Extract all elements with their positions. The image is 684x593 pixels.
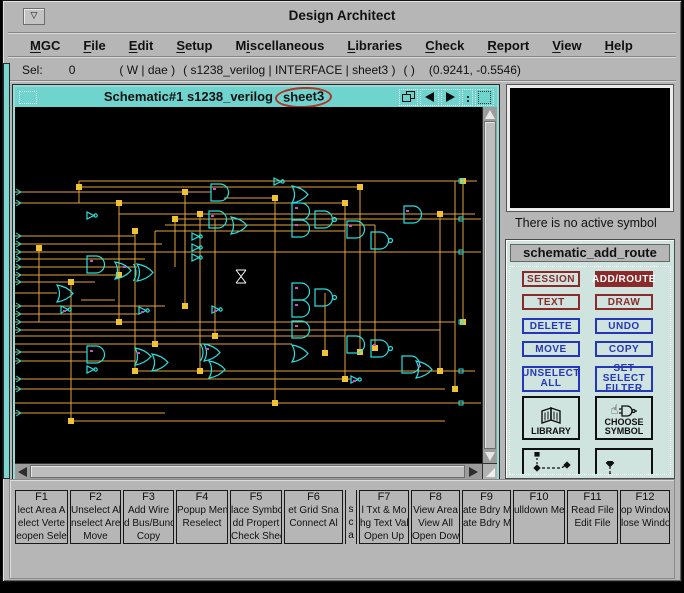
menu-libraries[interactable]: Libraries (347, 38, 402, 53)
cursor-glyph (235, 269, 247, 284)
restore-icon[interactable] (399, 88, 418, 106)
selection-count: 0 (68, 63, 76, 77)
titlebar: ▽ Design Architect (7, 4, 677, 26)
menu-setup[interactable]: Setup (176, 38, 212, 53)
status-empty-group: ( ) (403, 63, 415, 77)
status-mode: ( W | dae ) (119, 63, 176, 77)
palette-window: schematic_add_route SESSION ADD/ROUTE TE… (505, 239, 675, 479)
maximize-icon[interactable] (475, 88, 494, 106)
menu-bar: MGC File Edit Setup Miscellaneous Librar… (8, 32, 676, 58)
horizontal-scrollbar[interactable] (15, 463, 482, 479)
triangle-down-icon: ▽ (30, 11, 38, 21)
menu-check[interactable]: Check (425, 38, 464, 53)
schematic-window: Schematic#1 s1238_verilog sheet3 (13, 85, 499, 481)
window-edge-accent (3, 63, 10, 479)
fkey-f3[interactable]: F3 Add Wire d Bus/Bund Copy (123, 490, 174, 544)
menu-file[interactable]: File (83, 38, 105, 53)
fkey-f1[interactable]: F1 lect Area Aelect Verte eopen Sele (15, 490, 68, 544)
add-wire-icon (533, 452, 571, 472)
copy-button[interactable]: COPY (595, 341, 653, 357)
selection-label: Sel: (22, 63, 43, 77)
sheet3-red-ellipse-annotation: sheet3 (274, 85, 333, 109)
window-title: Design Architect (288, 7, 396, 23)
fkey-f10[interactable]: F10 ulldown Me (513, 490, 565, 544)
fkey-f12[interactable]: F12 op Window lose Windo (620, 490, 670, 544)
selected-nets (15, 180, 481, 422)
right-arrow-icon[interactable] (441, 88, 460, 106)
menu-edit[interactable]: Edit (129, 38, 154, 53)
horizontal-scrollbar-thumb[interactable] (30, 465, 465, 478)
left-arrow-icon[interactable] (15, 464, 30, 479)
status-bar: Sel: 0 ( W | dae ) ( s1238_verilog | INT… (8, 60, 676, 82)
fkey-f11[interactable]: F11 Read File Edit File (567, 490, 618, 544)
down-arrow-icon[interactable] (483, 449, 497, 463)
input-pins (15, 188, 22, 417)
move-button[interactable]: MOVE (522, 341, 580, 357)
choose-symbol-hand-icon: ☝ (611, 404, 638, 417)
choose-symbol-button[interactable]: ☝ CHOOSE SYMBOL (595, 396, 653, 440)
fkey-overlap-strip: sca (345, 490, 357, 544)
dots-icon[interactable] (462, 88, 473, 106)
draw-button[interactable]: DRAW (595, 294, 653, 310)
menu-view[interactable]: View (552, 38, 581, 53)
schematic-title: Schematic#1 s1238_verilog sheet3 (37, 85, 399, 109)
status-cursor-coordinates: (0.9241, -0.5546) (428, 63, 521, 77)
vertical-scrollbar-thumb[interactable] (484, 121, 496, 449)
unselect-all-button[interactable]: UNSELECT ALL (522, 366, 580, 392)
add-route-button[interactable]: ADD/ROUTE (592, 271, 655, 287)
library-button[interactable]: LIBRARY (522, 396, 580, 440)
fkey-f5[interactable]: F5 lace Symbo dd Propert Check Shee (230, 490, 282, 544)
fkey-f8[interactable]: F8 View Area View All Open Down (411, 490, 460, 544)
window-menu-icon[interactable] (19, 90, 37, 104)
add-wire-button[interactable]: ADD (522, 448, 580, 474)
desktop: { "window": { "title": "Design Architect… (0, 0, 684, 593)
fkey-f6[interactable]: F6 et Grid Sna Connect Al (284, 490, 343, 544)
session-button[interactable]: SESSION (522, 271, 580, 287)
palette-body: SESSION ADD/ROUTE TEXT DRAW DELETE UNDO … (509, 266, 671, 475)
up-arrow-icon[interactable] (483, 107, 497, 121)
fkey-f4[interactable]: F4 Popup Men Reselect (176, 490, 228, 544)
status-design-context: ( s1238_verilog | INTERFACE | sheet3 ) (183, 63, 396, 77)
delete-button[interactable]: DELETE (522, 318, 580, 334)
schematic-titlebar[interactable]: Schematic#1 s1238_verilog sheet3 (15, 85, 497, 109)
set-select-filter-button[interactable]: SET SELECT FILTER (595, 364, 653, 394)
menu-mgc[interactable]: MGC (30, 38, 60, 53)
active-symbol-status: There is no active symbol (515, 216, 657, 230)
schematic-drawing (15, 177, 481, 424)
function-key-panel: F1 lect Area Aelect Verte eopen Sele F2 U… (9, 479, 675, 579)
left-arrow-icon[interactable] (420, 88, 439, 106)
text-button[interactable]: TEXT (522, 294, 580, 310)
pin-labels (63, 188, 421, 382)
add-bus-button[interactable] (595, 448, 653, 474)
undo-button[interactable]: UNDO (595, 318, 653, 334)
schematic-window-controls (399, 88, 494, 106)
vertex-markers (36, 178, 466, 424)
vertical-scrollbar[interactable] (482, 107, 497, 463)
active-symbol-preview (506, 84, 674, 212)
fkey-f9[interactable]: F9 ate Bdry Mate Bdry M (462, 490, 511, 544)
window-menu-button[interactable]: ▽ (23, 8, 45, 25)
fkey-f7[interactable]: F7 l Txt & Mo hg Text Val Open Up (359, 490, 409, 544)
add-bus-icon (605, 461, 641, 474)
library-book-icon (541, 407, 561, 424)
palette-title: schematic_add_route (510, 244, 670, 262)
menu-miscellaneous[interactable]: Miscellaneous (235, 38, 324, 53)
fkey-f2[interactable]: F2 Unselect Al nselect Are Move (70, 490, 121, 544)
resize-corner-icon[interactable] (482, 463, 497, 479)
menu-report[interactable]: Report (487, 38, 529, 53)
menu-help[interactable]: Help (605, 38, 633, 53)
right-arrow-icon[interactable] (466, 464, 481, 479)
right-panel: There is no active symbol schematic_add_… (505, 84, 677, 481)
schematic-canvas[interactable] (15, 107, 482, 463)
design-architect-window: ▽ Design Architect MGC File Edit Setup M… (2, 0, 682, 582)
